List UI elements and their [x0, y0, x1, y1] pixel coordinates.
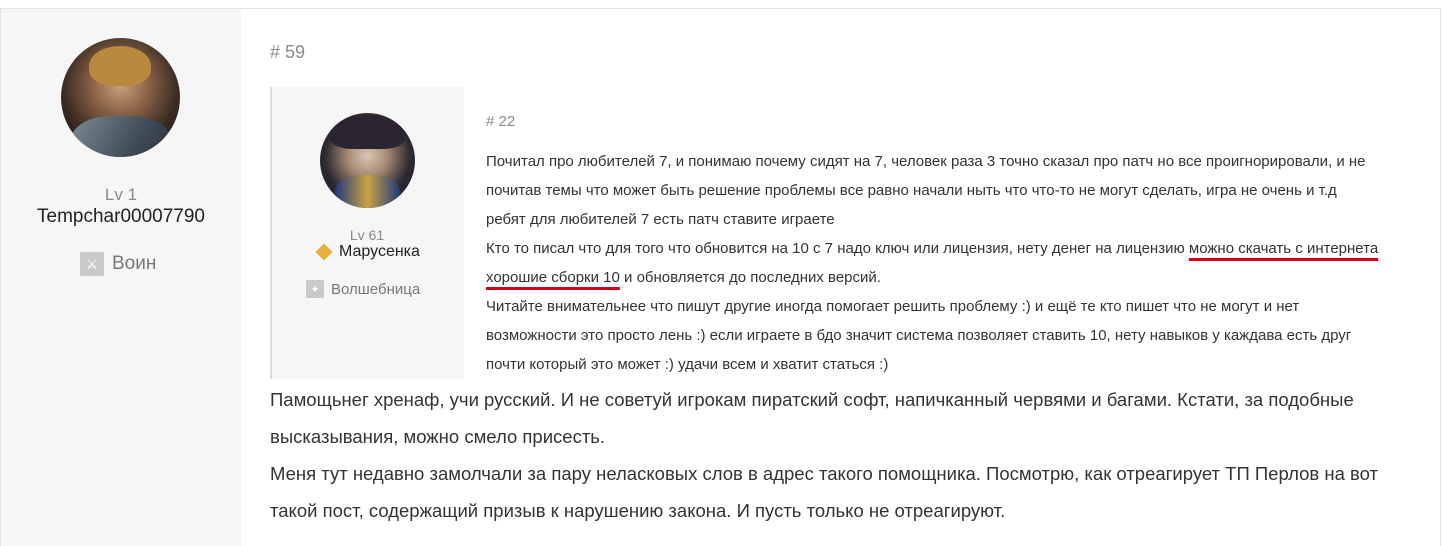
- post-body: Памощьнег хренаф, учи русский. И не сове…: [270, 381, 1430, 529]
- post-body-line: высказывания, можно смело присесть.: [270, 426, 606, 447]
- quote-line: почти который это может :) удачи всем и …: [486, 356, 889, 373]
- diamond-icon: [315, 243, 333, 261]
- post-body-line: Меня тут недавно замолчали за пару нелас…: [270, 463, 1379, 484]
- quote-line-with-highlight: хорошие сборки 10 и обновляется до после…: [486, 263, 1416, 292]
- quote-number[interactable]: # 22: [486, 113, 515, 130]
- post-body-line: Памощьнег хренаф, учи русский. И не сове…: [270, 389, 1354, 410]
- quote-author-level: Lv 61: [349, 227, 385, 243]
- quote-line: возможности это просто лень :) если игра…: [486, 327, 1352, 344]
- quote-line: Читайте внимательнее что пишут другие ин…: [486, 298, 1300, 315]
- author-level: Lv 1: [104, 185, 138, 204]
- post-number[interactable]: # 59: [270, 42, 305, 63]
- underlined-text: можно скачать с интернета: [1188, 240, 1379, 257]
- quote-author-name-row: Марусенка: [315, 243, 420, 261]
- avatar-armor: [71, 116, 171, 157]
- author-class: ⚔ Воин: [80, 252, 156, 276]
- post-body-line: такой пост, содержащий призыв к нарушени…: [270, 500, 1006, 521]
- avatar[interactable]: [61, 38, 180, 157]
- quote-body: Почитал про любителей 7, и понимаю почем…: [486, 147, 1416, 379]
- quote-line: ребят для любителей 7 есть патч ставите …: [486, 211, 835, 228]
- author-name[interactable]: Tempchar00007790: [1, 206, 241, 228]
- quote-line: Почитал про любителей 7, и понимаю почем…: [486, 153, 1366, 170]
- quote-avatar[interactable]: [320, 113, 415, 208]
- quote-author-class-label: Волшебница: [331, 280, 421, 298]
- author-class-label: Воин: [112, 253, 157, 274]
- warrior-class-icon: ⚔: [80, 252, 104, 276]
- avatar-hair: [89, 46, 151, 86]
- quote-avatar-hat: [330, 115, 405, 149]
- quote-text: и обновляется до последних версий.: [619, 269, 881, 286]
- quote-avatar-collar: [335, 175, 400, 208]
- post-author-panel: Lv 1 Tempchar00007790 ⚔ Воин: [1, 9, 241, 546]
- quote-text: Кто то писал что для того что обновится …: [486, 240, 1189, 257]
- quote-author-class: ✦ Волшебница: [306, 280, 420, 298]
- underlined-text: хорошие сборки 10: [486, 269, 620, 286]
- sorceress-class-icon: ✦: [306, 280, 324, 298]
- quote-line: почитав темы что может быть решение проб…: [486, 182, 1337, 199]
- quote-author-name[interactable]: Марусенка: [339, 243, 420, 261]
- quote-line-with-highlight: Кто то писал что для того что обновится …: [486, 234, 1416, 263]
